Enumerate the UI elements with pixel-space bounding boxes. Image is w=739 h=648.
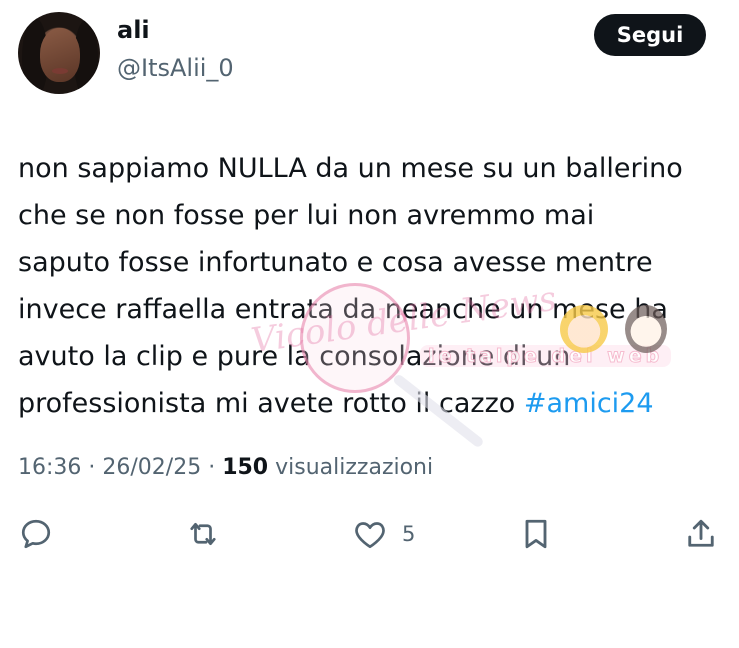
avatar[interactable] <box>18 12 100 94</box>
share-icon <box>688 519 714 547</box>
like-button[interactable]: 5 <box>352 514 415 554</box>
watermark-girl-icon-2 <box>625 305 667 353</box>
tweet-meta: 16:36 · 26/02/25 · 150 visualizzazioni <box>18 455 433 480</box>
share-button[interactable] <box>683 514 719 554</box>
meta-separator: · <box>81 455 103 480</box>
bookmark-icon <box>525 519 547 549</box>
like-count: 5 <box>402 522 416 546</box>
repost-icon <box>190 522 216 546</box>
user-display-name[interactable]: ali <box>117 16 150 44</box>
follow-button[interactable]: Segui <box>594 14 706 56</box>
reply-icon <box>21 519 51 549</box>
user-handle[interactable]: @ItsAlii_0 <box>117 54 234 82</box>
tweet-date[interactable]: 26/02/25 <box>102 455 201 480</box>
tweet-time[interactable]: 16:36 <box>18 455 81 480</box>
views-label: visualizzazioni <box>268 455 434 480</box>
views-count: 150 <box>222 455 269 480</box>
hashtag-link[interactable]: #amici24 <box>524 388 654 419</box>
heart-icon <box>355 522 385 549</box>
reply-button[interactable] <box>18 514 54 554</box>
watermark-girl-icon <box>560 305 608 353</box>
repost-button[interactable] <box>185 514 221 554</box>
bookmark-button[interactable] <box>518 514 554 554</box>
meta-separator: · <box>201 455 223 480</box>
tweet-card: ali @ItsAlii_0 Segui non sappiamo NULLA … <box>0 0 739 648</box>
